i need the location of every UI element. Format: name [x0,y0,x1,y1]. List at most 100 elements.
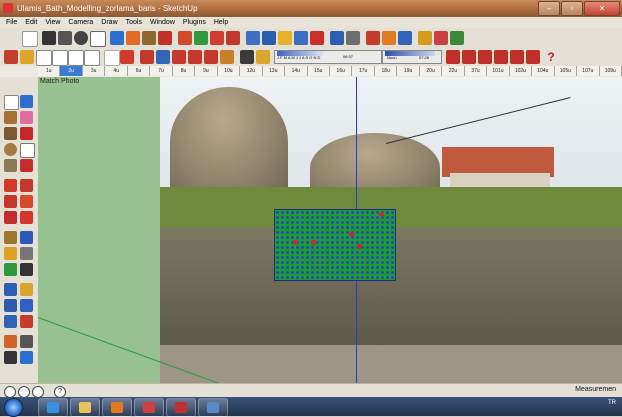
model-viewport[interactable]: Match Photo [38,77,622,383]
menu-window[interactable]: Window [150,17,175,28]
orbit-icon[interactable] [278,31,292,45]
freehand-icon[interactable] [20,159,33,172]
dimension-icon[interactable] [262,31,276,45]
zoom-icon[interactable] [4,299,17,312]
extension-icon[interactable] [450,31,464,45]
arc-icon[interactable] [20,143,35,158]
start-button-icon[interactable] [4,398,23,417]
zoom-icon[interactable] [310,31,324,45]
front-view-icon[interactable] [52,50,68,66]
minimize-button[interactable]: – [538,1,560,16]
zoom-window-icon[interactable] [20,299,33,312]
scene-tab[interactable]: 109u [599,66,622,76]
previous-icon[interactable] [20,315,33,328]
shadow-time-slider[interactable]: Noon 07:28 [382,50,442,64]
scene-tab[interactable]: 9u [195,66,218,76]
scene-tab[interactable]: 12u [240,66,263,76]
scene-tab[interactable]: 6u [127,66,151,76]
scene-tab[interactable]: 4u [105,66,128,76]
layer-icon[interactable] [4,50,18,64]
scene-tab[interactable]: 8u [172,66,196,76]
scene-tab[interactable]: 22u [442,66,465,76]
paint-bucket-icon[interactable] [4,111,17,124]
follow-me-icon[interactable] [210,31,224,45]
eraser-icon[interactable] [20,111,33,124]
photo-textures-icon[interactable] [434,31,448,45]
offset-icon[interactable] [20,211,33,224]
zoom-extents-icon[interactable] [330,31,344,45]
move-tool-icon[interactable] [178,31,192,45]
close-button[interactable]: ✕ [584,1,620,16]
scene-tab[interactable]: 105u [554,66,578,76]
circle-icon[interactable] [4,143,17,156]
protractor-icon[interactable] [4,247,17,260]
rotate-icon[interactable] [4,195,17,208]
orbit-icon[interactable] [4,283,17,296]
scene-tab[interactable]: 1u [38,66,61,76]
scene-tab[interactable]: 10u [217,66,241,76]
hidden-line-icon[interactable] [172,50,186,64]
tray-language[interactable]: TR [608,400,616,406]
scene-tab[interactable]: 16u [330,66,353,76]
monochrome-icon[interactable] [220,50,234,64]
select-tool-icon[interactable] [4,95,19,110]
scale-icon[interactable] [4,211,17,224]
scale-tool-icon[interactable] [226,31,240,45]
taskbar-app[interactable] [166,398,196,417]
previous-view-icon[interactable] [346,31,360,45]
eraser-tool-icon[interactable] [126,31,140,45]
3d-text-icon[interactable] [20,263,33,276]
axes-icon[interactable] [120,50,134,64]
menu-help[interactable]: Help [214,17,228,28]
select-tool-icon[interactable] [22,31,38,47]
warehouse-icon[interactable] [366,31,380,45]
scene-tab[interactable]: 15u [307,66,330,76]
section-plane-icon[interactable] [20,351,33,364]
scene-tab[interactable]: 101u [487,66,510,76]
menu-tools[interactable]: Tools [126,17,142,28]
shadow-settings-icon[interactable] [256,50,270,64]
circle-tool-icon[interactable] [74,31,88,45]
look-around-icon[interactable] [20,335,33,348]
scene-tab[interactable]: 7u [150,66,173,76]
menu-draw[interactable]: Draw [101,17,117,28]
scene-tab[interactable]: 2u [60,66,83,76]
iso-view-icon[interactable] [20,50,34,64]
taskbar-paint[interactable] [134,398,164,417]
menu-plugins[interactable]: Plugins [183,17,206,28]
pan-icon[interactable] [294,31,308,45]
scene-tab[interactable]: 37u [464,66,488,76]
section-plane-icon[interactable] [140,50,154,64]
back-view-icon[interactable] [84,50,100,66]
scene-tab[interactable]: 13u [262,66,286,76]
move-icon[interactable] [4,179,17,192]
get-models-icon[interactable] [398,31,412,45]
textured-icon[interactable] [204,50,218,64]
smoove-icon[interactable] [478,50,492,64]
tape-measure-icon[interactable] [246,31,260,45]
scene-tab[interactable]: 3u [82,66,106,76]
component-icon[interactable] [20,95,33,108]
menu-view[interactable]: View [45,17,60,28]
line-tool-icon[interactable] [42,31,56,45]
sandbox-from-scratch-icon[interactable] [462,50,476,64]
scene-tab[interactable]: 19u [397,66,420,76]
help-question-icon[interactable]: ? [544,50,558,64]
shadow-toggle-icon[interactable] [240,50,254,64]
push-pull-icon[interactable] [20,179,33,192]
taskbar-file-explorer[interactable] [70,398,100,417]
right-view-icon[interactable] [68,50,84,66]
modeled-face-overlay[interactable] [274,209,396,281]
scene-tab[interactable]: 14u [285,66,308,76]
dimension-icon[interactable] [20,231,33,244]
axes-icon[interactable] [4,263,17,276]
position-camera-icon[interactable] [4,335,17,348]
menu-camera[interactable]: Camera [68,17,93,28]
scene-tab[interactable]: 17u [352,66,375,76]
tape-measure-icon[interactable] [4,231,17,244]
arc-tool-icon[interactable] [90,31,106,47]
taskbar-media-player[interactable] [102,398,132,417]
polygon-icon[interactable] [4,159,17,172]
walk-icon[interactable] [4,351,17,364]
zoom-extents-icon[interactable] [4,315,17,328]
